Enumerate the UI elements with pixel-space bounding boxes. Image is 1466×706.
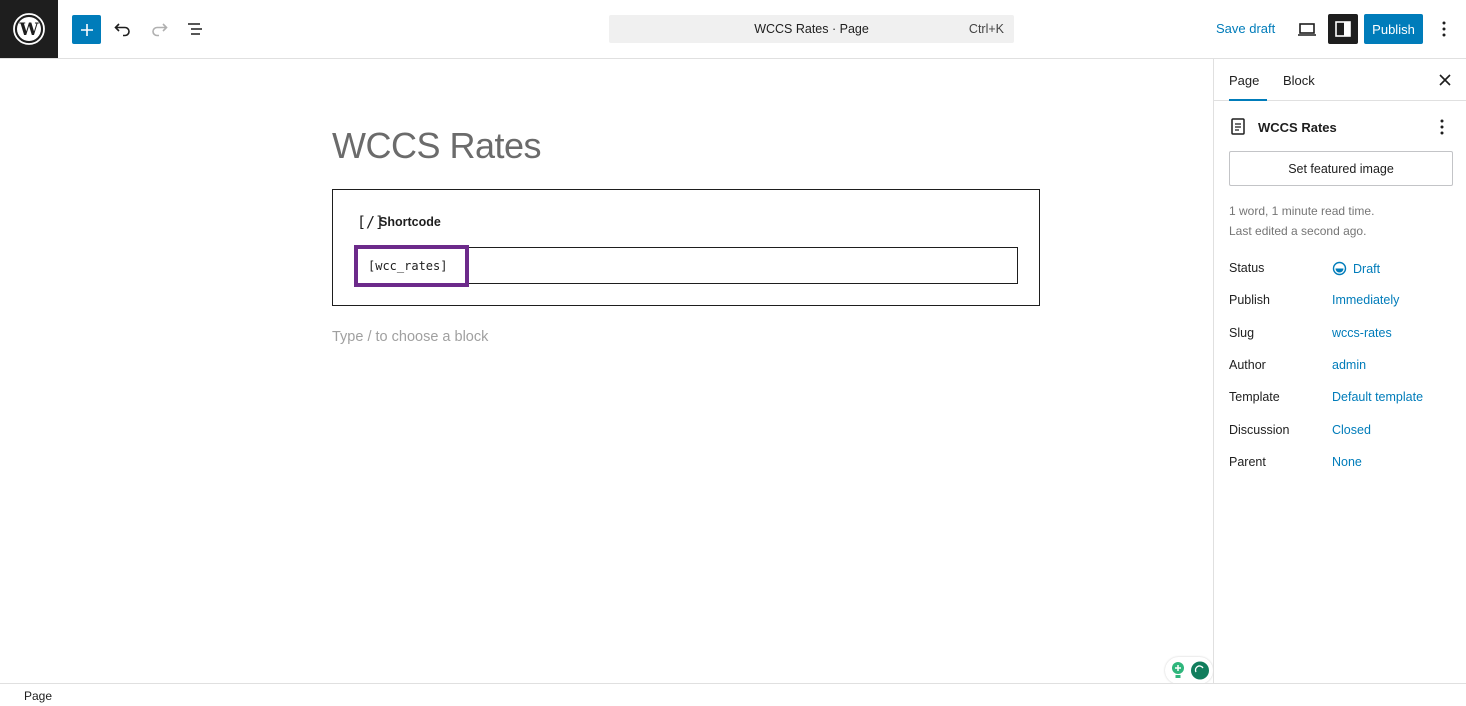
tab-block[interactable]: Block bbox=[1283, 59, 1315, 101]
redo-icon[interactable] bbox=[146, 15, 172, 43]
document-actions-icon[interactable] bbox=[1432, 117, 1452, 137]
read-time: 1 word, 1 minute read time. bbox=[1229, 204, 1375, 218]
publish-button[interactable]: Publish bbox=[1364, 14, 1423, 44]
template-label: Template bbox=[1229, 390, 1280, 404]
add-block-button[interactable] bbox=[72, 15, 101, 44]
wordpress-logo-icon[interactable]: W bbox=[0, 0, 58, 58]
author-value[interactable]: admin bbox=[1332, 358, 1366, 372]
command-palette-bar[interactable]: WCCS Rates · Page Ctrl+K bbox=[609, 15, 1014, 43]
sidebar-document-title: WCCS Rates bbox=[1258, 120, 1337, 135]
settings-sidebar-icon[interactable] bbox=[1328, 14, 1358, 44]
shortcode-value: [wcc_rates] bbox=[368, 259, 448, 273]
sidebar-tabs: Page Block bbox=[1214, 59, 1466, 101]
close-icon[interactable] bbox=[1435, 70, 1455, 90]
publish-label: Publish bbox=[1229, 293, 1270, 307]
breadcrumb[interactable]: Page bbox=[24, 689, 52, 703]
tab-page[interactable]: Page bbox=[1229, 59, 1267, 101]
draft-status-icon bbox=[1332, 261, 1347, 279]
shortcode-input[interactable]: [wcc_rates] bbox=[355, 247, 1018, 284]
set-featured-image-button[interactable]: Set featured image bbox=[1229, 151, 1453, 186]
svg-text:W: W bbox=[18, 20, 39, 40]
shortcode-block[interactable]: [/] Shortcode [wcc_rates] bbox=[332, 189, 1040, 306]
page-icon bbox=[1229, 117, 1247, 140]
document-summary: WCCS Rates bbox=[1229, 117, 1454, 139]
more-options-icon[interactable] bbox=[1432, 15, 1456, 43]
status-value[interactable]: Draft bbox=[1332, 261, 1380, 279]
preview-icon[interactable] bbox=[1293, 15, 1321, 43]
status-text: Draft bbox=[1353, 262, 1381, 276]
discussion-label: Discussion bbox=[1229, 423, 1290, 437]
undo-icon[interactable] bbox=[110, 15, 136, 43]
settings-sidebar: Page Block WCCS Rates Set featured image… bbox=[1213, 59, 1466, 683]
document-overview-icon[interactable] bbox=[182, 15, 208, 43]
floating-assistant-icons[interactable] bbox=[1165, 657, 1213, 684]
editor-canvas: WCCS Rates [/] Shortcode [wcc_rates] Typ… bbox=[0, 59, 1213, 684]
page-title[interactable]: WCCS Rates bbox=[332, 125, 542, 167]
parent-label: Parent bbox=[1229, 455, 1266, 469]
shortcode-label: Shortcode bbox=[379, 215, 441, 229]
last-edited: Last edited a second ago. bbox=[1229, 224, 1367, 238]
discussion-value[interactable]: Closed bbox=[1332, 423, 1371, 437]
publish-value[interactable]: Immediately bbox=[1332, 293, 1399, 307]
template-value[interactable]: Default template bbox=[1332, 390, 1423, 404]
keyboard-shortcut: Ctrl+K bbox=[968, 22, 1004, 36]
author-label: Author bbox=[1229, 358, 1266, 372]
editor-footer: Page bbox=[0, 683, 1466, 706]
slug-value[interactable]: wccs-rates bbox=[1332, 326, 1392, 340]
save-draft-button[interactable]: Save draft bbox=[1216, 21, 1275, 36]
slug-label: Slug bbox=[1229, 326, 1255, 340]
block-appender-placeholder[interactable]: Type / to choose a block bbox=[332, 329, 488, 345]
editor-header: W WCCS Rates · Page Ctrl+K Save draft Pu… bbox=[0, 0, 1466, 59]
status-label: Status bbox=[1229, 261, 1265, 275]
parent-value[interactable]: None bbox=[1332, 455, 1362, 469]
document-title: WCCS Rates · Page bbox=[754, 22, 869, 36]
